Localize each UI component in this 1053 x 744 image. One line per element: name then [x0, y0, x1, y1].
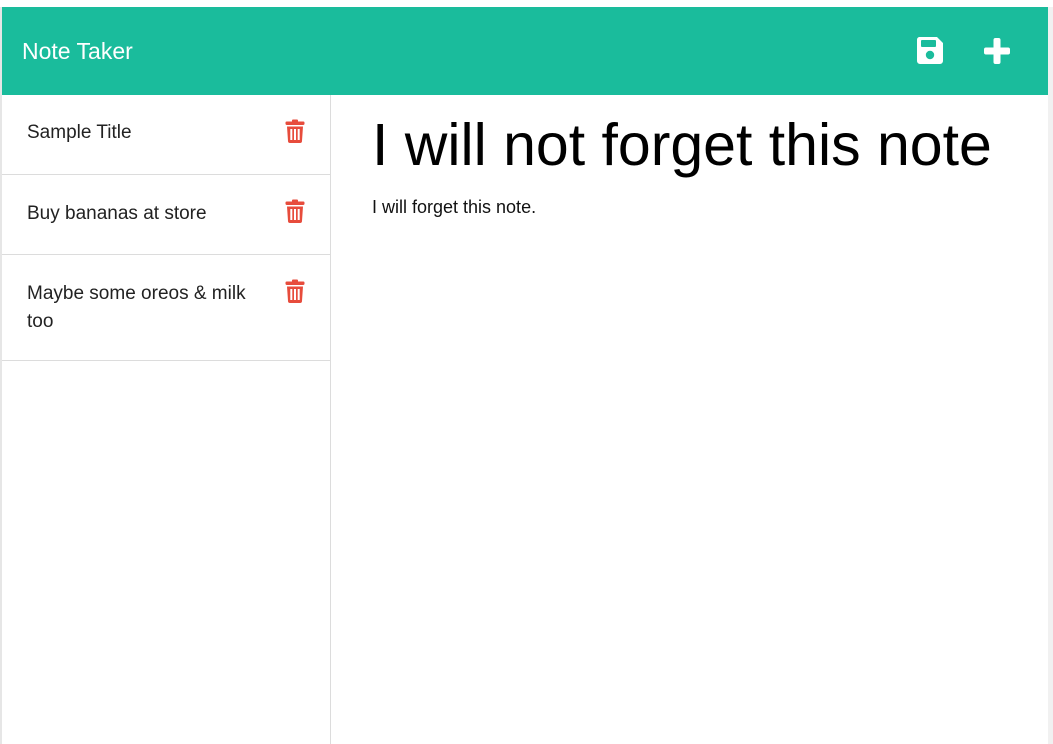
list-item[interactable]: Maybe some oreos & milk too: [2, 254, 330, 360]
note-list-title: Buy bananas at store: [27, 203, 207, 224]
trash-icon: [285, 199, 305, 223]
list-item[interactable]: Buy bananas at store: [2, 174, 330, 254]
new-note-button[interactable]: [979, 33, 1015, 69]
save-note-button[interactable]: [912, 33, 948, 69]
trash-icon: [285, 279, 305, 303]
plus-icon: [984, 38, 1010, 64]
note-list: Sample Title Buy bananas at store Maybe …: [2, 95, 330, 361]
delete-note-button[interactable]: [284, 118, 306, 144]
note-title-input[interactable]: I will not forget this note: [372, 109, 1032, 181]
window-scrollbar-track[interactable]: [1048, 7, 1053, 744]
note-list-title: Sample Title: [27, 122, 132, 143]
trash-icon: [285, 119, 305, 143]
window-top-edge: [0, 0, 1053, 7]
delete-note-button[interactable]: [284, 278, 306, 304]
notes-sidebar: Sample Title Buy bananas at store Maybe …: [2, 95, 331, 744]
list-item[interactable]: Sample Title: [2, 95, 330, 174]
note-list-title: Maybe some oreos & milk too: [27, 283, 246, 332]
floppy-disk-icon: [916, 37, 943, 64]
note-text-area[interactable]: I will forget this note.: [372, 194, 1012, 220]
note-editor: I will not forget this note I will forge…: [331, 95, 1048, 744]
brand-link[interactable]: Note Taker: [22, 7, 133, 95]
delete-note-button[interactable]: [284, 198, 306, 224]
navbar: Note Taker: [2, 7, 1048, 95]
